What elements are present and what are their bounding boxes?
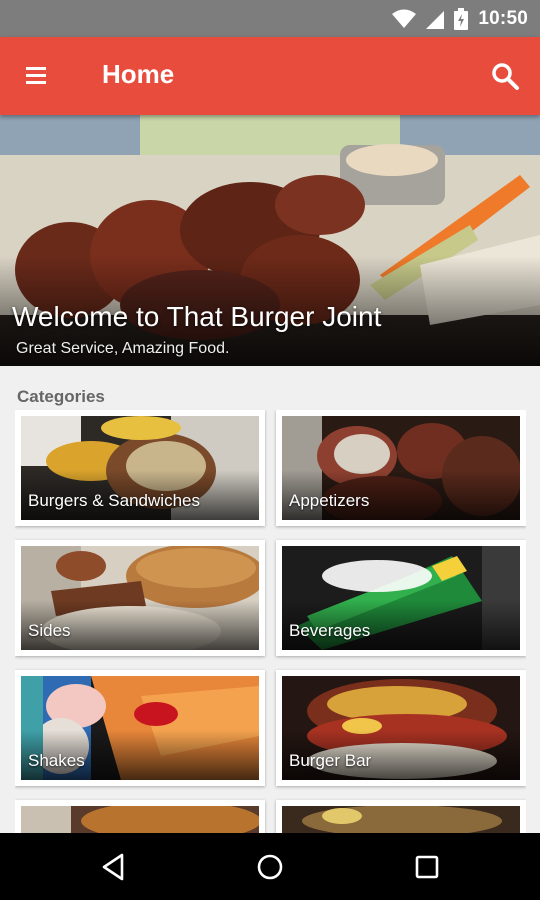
status-icons: 10:50 — [392, 6, 528, 32]
hero-title: Welcome to That Burger Joint — [12, 301, 382, 332]
battery-icon — [454, 8, 469, 30]
wifi-icon — [392, 9, 417, 28]
home-button[interactable] — [253, 851, 287, 883]
category-card-sides[interactable]: Sides — [15, 540, 265, 656]
category-card-shakes[interactable]: Shakes — [15, 670, 265, 786]
categories-heading: Categories — [17, 387, 105, 406]
category-label: Appetizers — [289, 491, 370, 510]
system-nav-bar — [0, 833, 540, 900]
status-bar: 10:50 — [0, 0, 540, 37]
back-button[interactable] — [97, 851, 131, 883]
recents-icon — [415, 855, 439, 879]
page-title: Home — [102, 59, 175, 89]
search-icon — [492, 63, 519, 90]
category-label: Burger Bar — [289, 751, 372, 770]
category-card-appetizers[interactable]: Appetizers — [276, 410, 526, 526]
partial-category-image — [282, 806, 520, 833]
home-icon — [257, 854, 283, 880]
category-label: Burgers & Sandwiches — [28, 491, 200, 510]
category-grid: Burgers & Sandwiches Appetizers Sides Be… — [15, 410, 526, 833]
back-icon — [102, 853, 124, 881]
recents-button[interactable] — [410, 851, 444, 883]
signal-icon — [426, 11, 445, 29]
hero-banner[interactable]: Welcome to That Burger Joint Great Servi… — [0, 115, 540, 366]
category-label: Sides — [28, 621, 71, 640]
status-time: 10:50 — [478, 8, 528, 29]
menu-button[interactable] — [22, 63, 52, 89]
category-card-beverages[interactable]: Beverages — [276, 540, 526, 656]
category-label: Beverages — [289, 621, 371, 640]
menu-icon — [26, 67, 46, 70]
category-card-partial-left[interactable] — [15, 800, 265, 833]
category-card-burgers-sandwiches[interactable]: Burgers & Sandwiches — [15, 410, 265, 526]
hero-subtitle: Great Service, Amazing Food. — [16, 340, 230, 357]
category-card-burger-bar[interactable]: Burger Bar — [276, 670, 526, 786]
app-bar: Home — [0, 37, 540, 115]
category-label: Shakes — [28, 751, 85, 770]
partial-category-image — [21, 806, 259, 833]
search-button[interactable] — [488, 59, 522, 93]
category-card-partial-right[interactable] — [276, 800, 526, 833]
